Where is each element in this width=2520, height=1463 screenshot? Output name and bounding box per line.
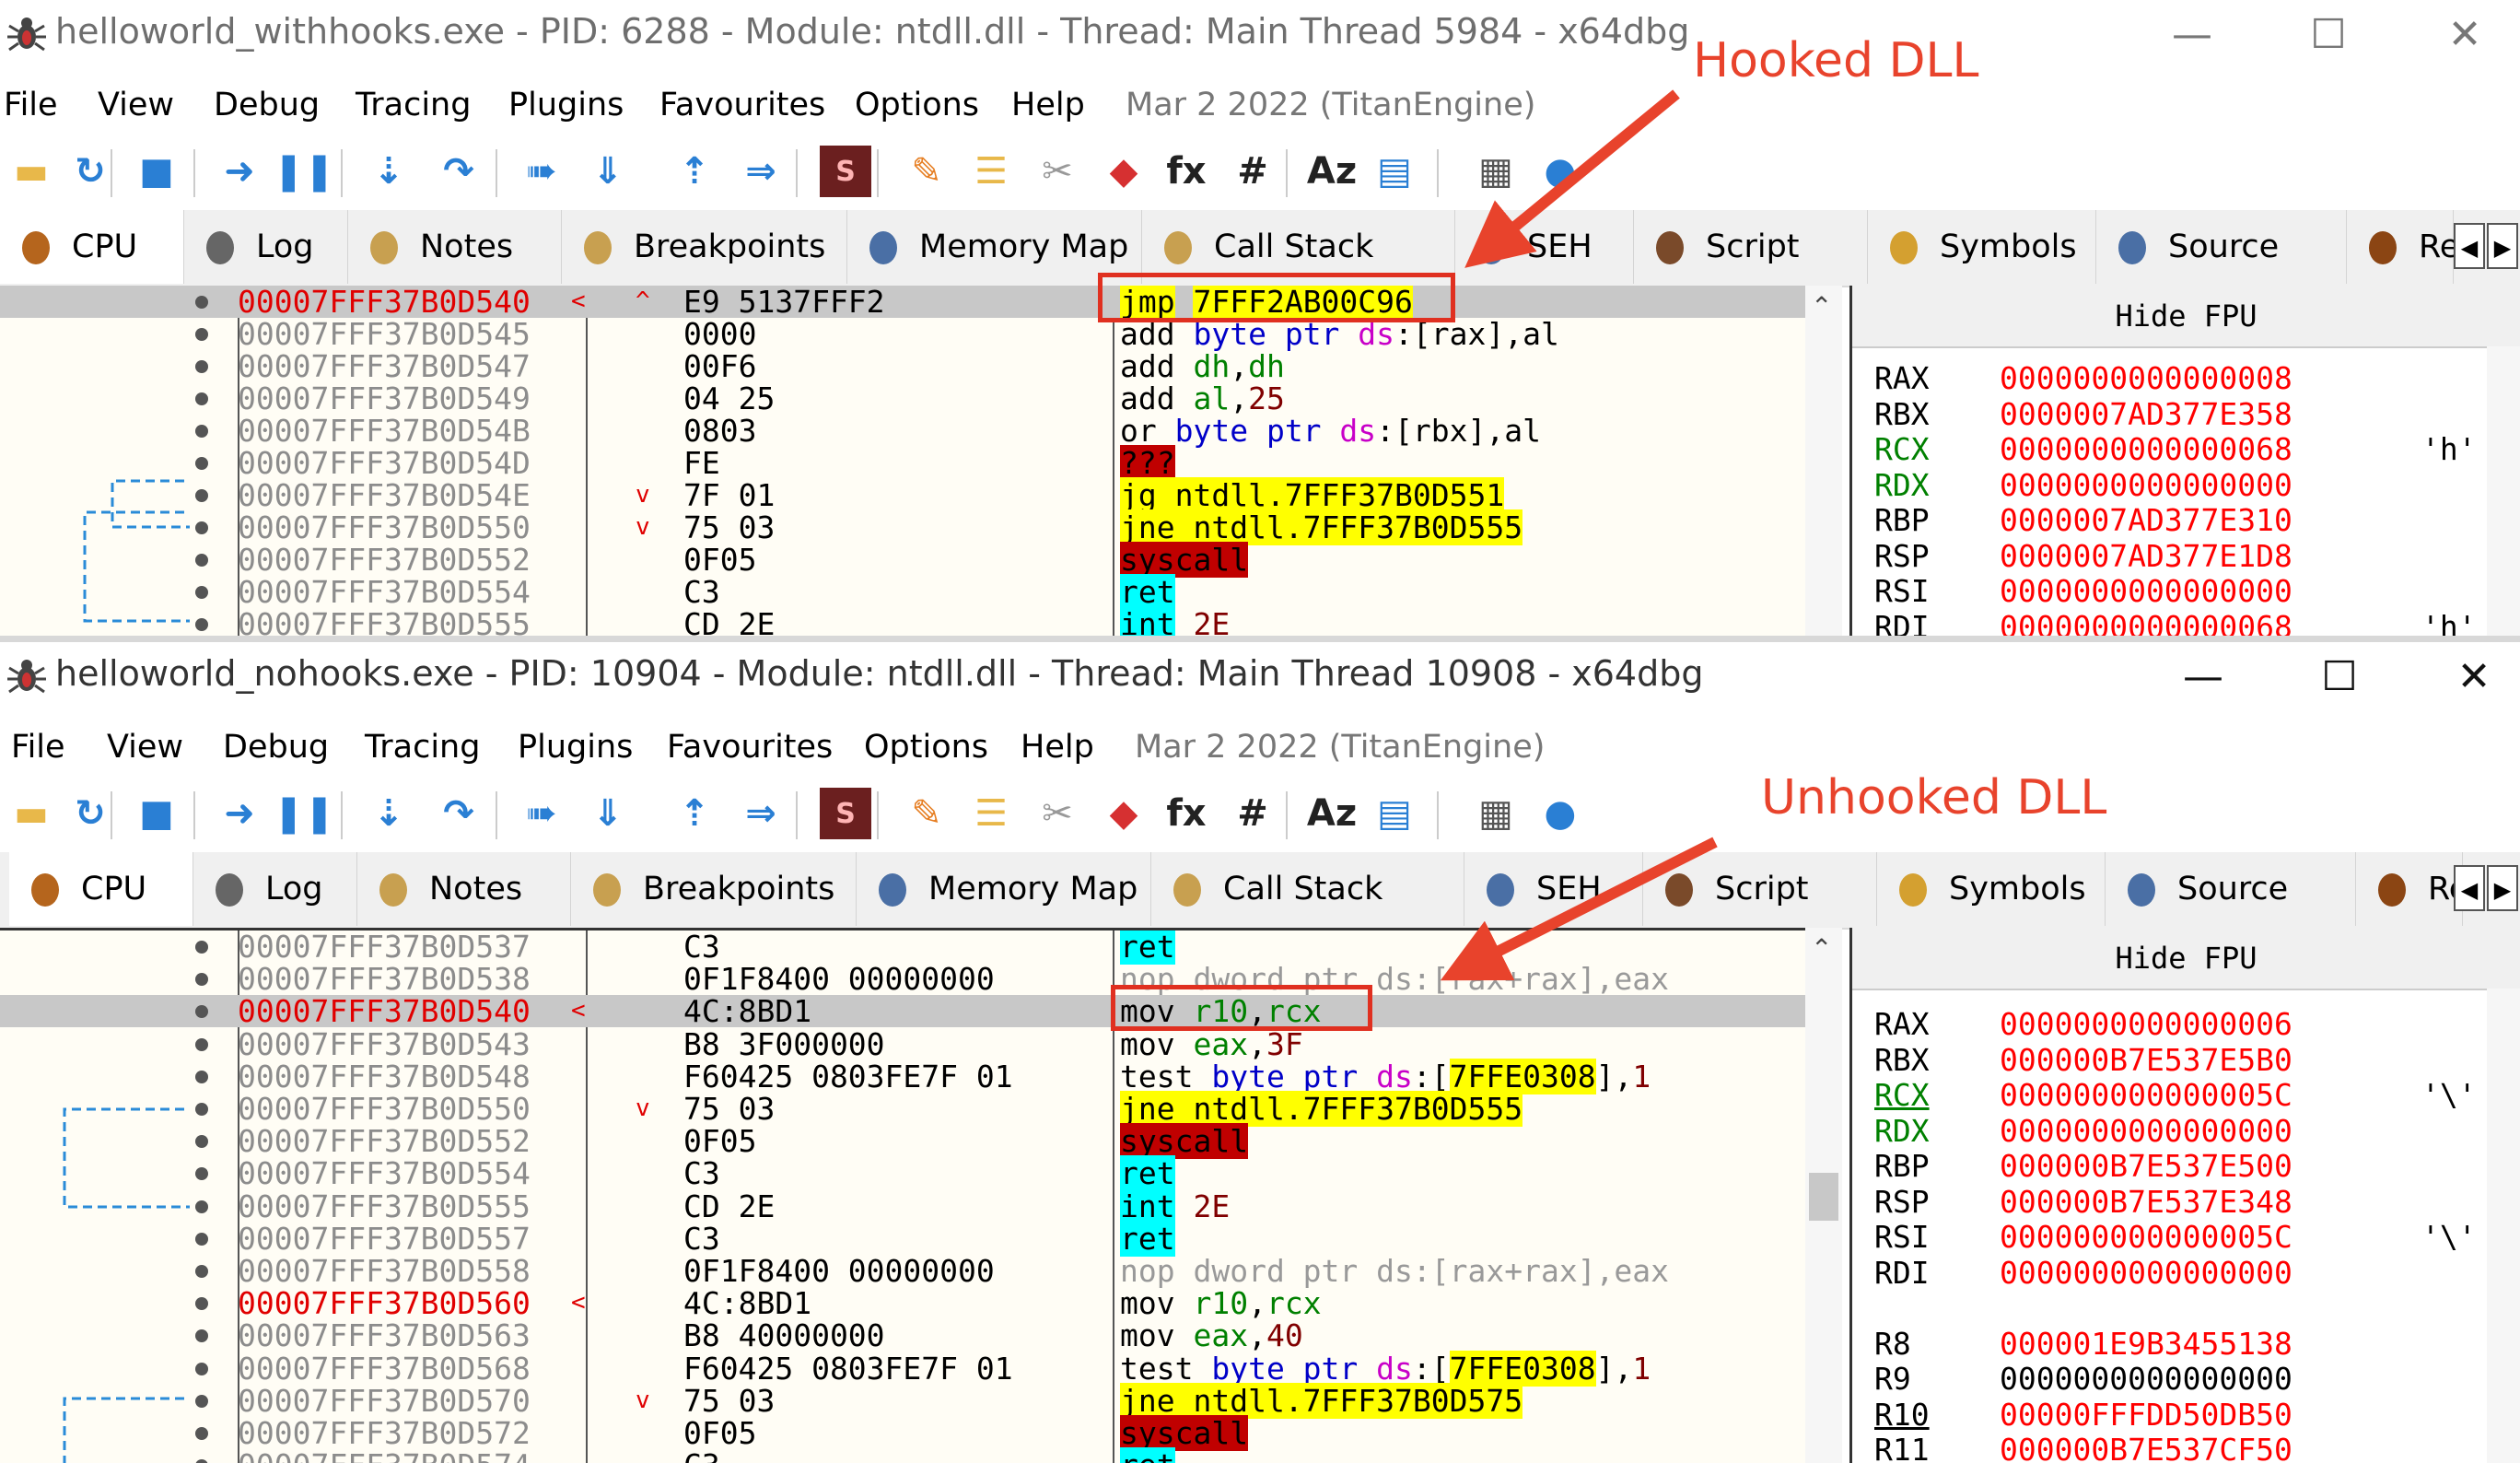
hooked-arrow [1464, 89, 1680, 268]
unhooked-arrow [1440, 837, 1718, 981]
annotation-arrows [1440, 89, 1718, 981]
